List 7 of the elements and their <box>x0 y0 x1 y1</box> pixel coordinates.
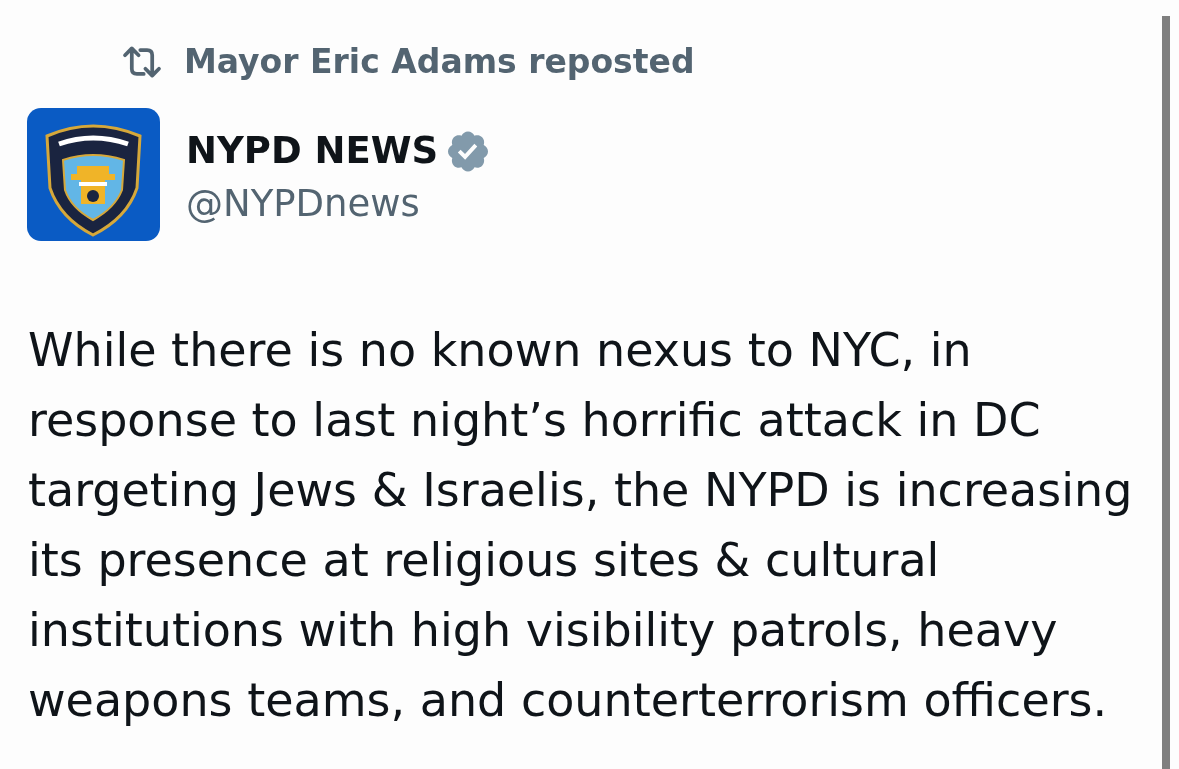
author-name[interactable]: NYPD NEWS <box>186 128 439 174</box>
post-text: While there is no known nexus to NYC, in response to last night’s horrific attack in DC targeting Jews & Israelis, the NYPD is increasing its presence at religious sites & cultural institutions with high visibility patrols, heavy weapons teams, and counterterrorism officers. <box>27 322 1134 729</box>
author-handle[interactable]: @NYPDnews <box>186 180 489 228</box>
avatar-shield-logo[interactable] <box>27 108 160 241</box>
scrollbar[interactable] <box>1162 16 1170 769</box>
repost-icon <box>120 45 164 79</box>
repost-label[interactable]: Mayor Eric Adams reposted <box>184 41 695 83</box>
